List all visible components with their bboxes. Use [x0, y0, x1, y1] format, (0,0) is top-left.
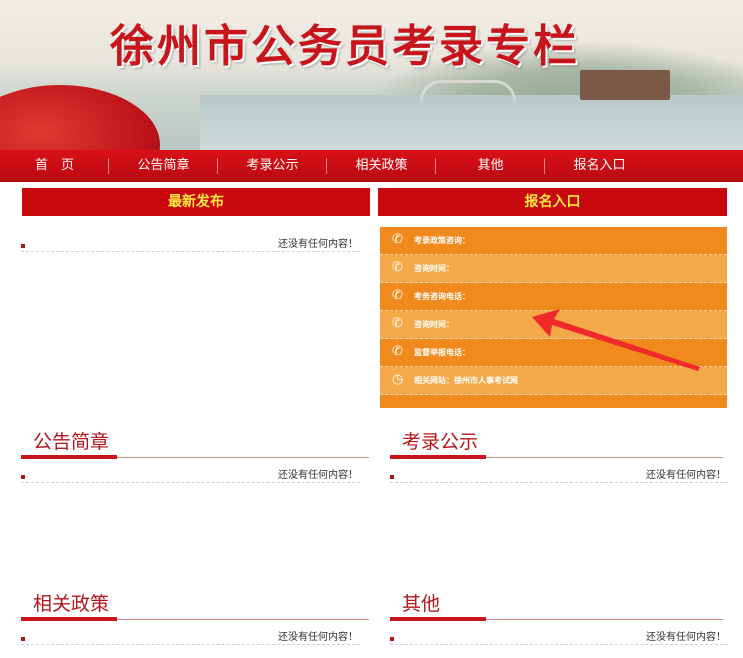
- bullet-icon: [390, 637, 394, 641]
- section-title[interactable]: 其他: [402, 592, 440, 616]
- section-header-announcements[interactable]: 公告简章: [21, 430, 370, 459]
- signup-row-label: 咨询时间：: [414, 320, 454, 329]
- section-rule: [117, 619, 369, 620]
- banner-pavilion: [580, 70, 670, 100]
- section-title[interactable]: 公告简章: [33, 430, 109, 454]
- list-item: 还没有任何内容！: [21, 464, 360, 483]
- banner-lake: [200, 95, 743, 150]
- signup-row-label: 监督举报电话：: [414, 348, 470, 357]
- clock-icon: ◷: [392, 372, 404, 387]
- empty-message: 还没有任何内容！: [278, 239, 358, 250]
- section-header-policies[interactable]: 相关政策: [21, 592, 370, 621]
- nav-item-policies[interactable]: 相关政策: [327, 150, 436, 182]
- latest-header: 最新发布: [22, 188, 370, 216]
- list-item: 还没有任何内容！: [390, 626, 728, 645]
- signup-row-label: 考务咨询电话：: [414, 292, 470, 301]
- bullet-icon: [21, 637, 25, 641]
- signup-row-label: 考录政策咨询：: [414, 236, 470, 245]
- phone-icon: ✆: [392, 288, 403, 303]
- section-rule: [486, 619, 723, 620]
- section-header-results[interactable]: 考录公示: [390, 430, 723, 459]
- page-title: 徐州市公务员考录专栏: [110, 21, 580, 72]
- signup-row: ✆ 考录政策咨询：: [380, 227, 727, 255]
- empty-message: 还没有任何内容！: [278, 632, 358, 643]
- empty-message: 还没有任何内容！: [646, 632, 726, 643]
- main-nav: 首 页 公告简章 考录公示 相关政策 其他 报名入口: [0, 150, 743, 182]
- bullet-icon: [21, 244, 25, 248]
- empty-message: 还没有任何内容！: [278, 470, 358, 481]
- section-title[interactable]: 相关政策: [33, 592, 109, 616]
- nav-item-announcements[interactable]: 公告简章: [109, 150, 218, 182]
- phone-icon: ✆: [392, 260, 403, 275]
- section-title[interactable]: 考录公示: [402, 430, 478, 454]
- list-item: 还没有任何内容！: [21, 626, 360, 645]
- header-banner: 徐州市公务员考录专栏: [0, 0, 743, 150]
- website-link[interactable]: 相关网站：徐州市人事考试网: [414, 376, 518, 385]
- signup-row-label: 咨询时间：: [414, 264, 454, 273]
- list-item: 还没有任何内容！: [390, 464, 728, 483]
- bullet-icon: [390, 475, 394, 479]
- banner-ribbon: [0, 85, 160, 150]
- phone-icon: ✆: [392, 344, 403, 359]
- nav-item-other[interactable]: 其他: [436, 150, 545, 182]
- signup-header[interactable]: 报名入口: [378, 188, 727, 216]
- phone-icon: ✆: [392, 316, 403, 331]
- nav-item-home[interactable]: 首 页: [0, 150, 109, 182]
- section-underline: [390, 455, 486, 459]
- section-underline: [21, 455, 117, 459]
- empty-message: 还没有任何内容！: [646, 470, 726, 481]
- section-underline: [21, 617, 117, 621]
- pointer-arrow-icon: [532, 309, 700, 371]
- section-rule: [486, 457, 723, 458]
- bullet-icon: [21, 475, 25, 479]
- list-item: 还没有任何内容！: [21, 233, 360, 252]
- section-underline: [390, 617, 486, 621]
- signup-row: ✆ 咨询时间：: [380, 255, 727, 283]
- section-header-other[interactable]: 其他: [390, 592, 723, 621]
- nav-item-results[interactable]: 考录公示: [218, 150, 327, 182]
- section-rule: [117, 457, 369, 458]
- phone-icon: ✆: [392, 232, 403, 247]
- banner-bridge: [420, 80, 516, 101]
- nav-item-signup[interactable]: 报名入口: [545, 150, 654, 182]
